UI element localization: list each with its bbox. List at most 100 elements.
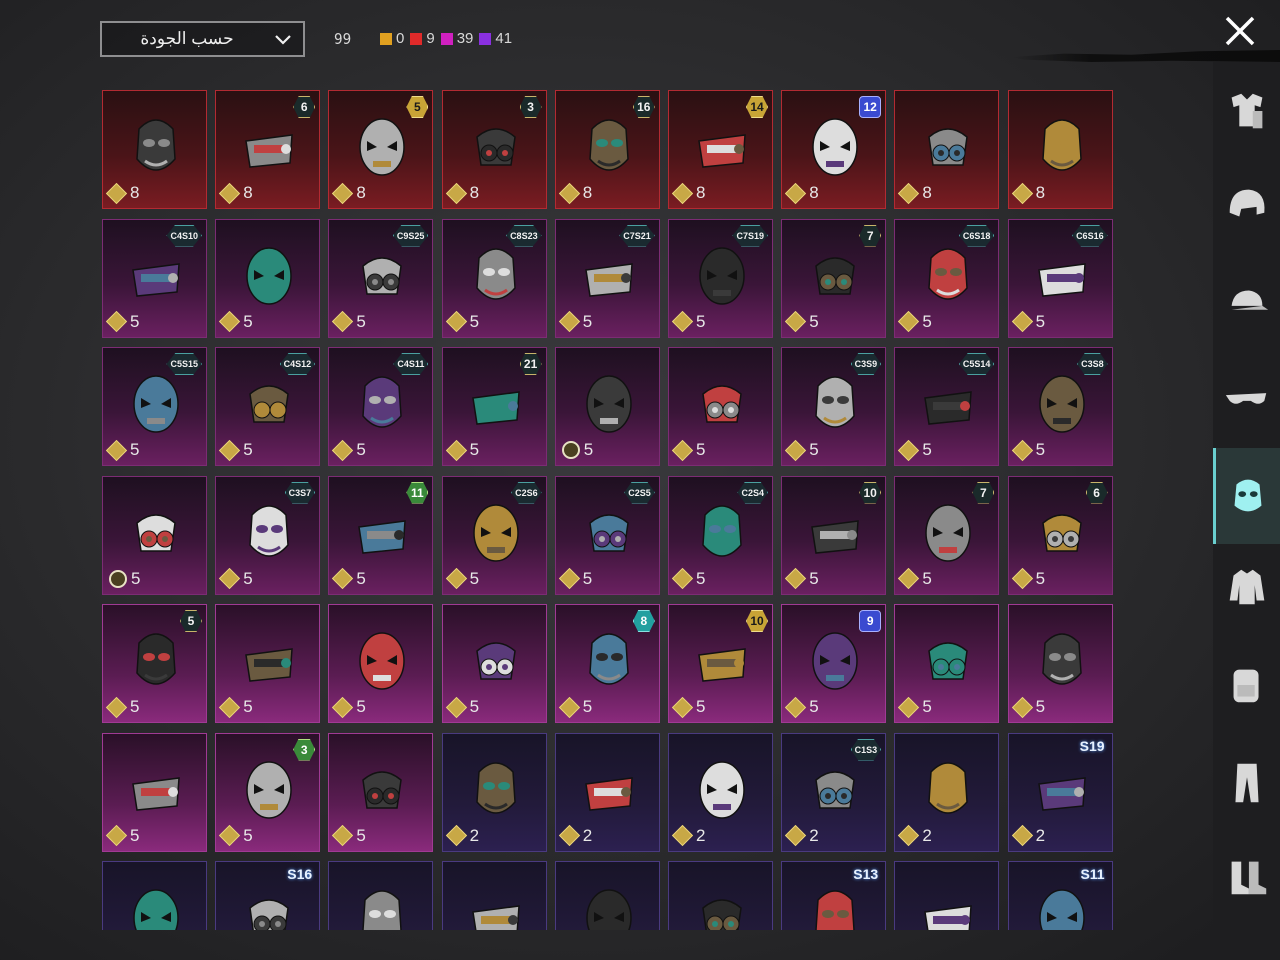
diamond-coin-icon	[898, 310, 920, 333]
mask-item-art-icon	[362, 770, 403, 809]
inventory-tile[interactable]: 5	[554, 347, 660, 466]
inventory-tile[interactable]: 55	[102, 604, 207, 723]
inventory-tile[interactable]: 2	[894, 732, 1000, 852]
inventory-tile[interactable]: 8	[102, 90, 207, 209]
inventory-tile[interactable]: C3S7 5	[215, 475, 321, 595]
inventory-tile[interactable]: 16 8	[554, 90, 660, 209]
inventory-tile[interactable]: C5S15 5	[102, 347, 207, 466]
inventory-tile[interactable]: C6S18 5	[894, 218, 1000, 338]
inventory-tile[interactable]: 5	[894, 604, 1000, 723]
inventory-tile[interactable]: C8S23 5	[441, 218, 547, 338]
inventory-tile[interactable]: 5	[1007, 604, 1113, 723]
sidebar-category-outfit[interactable]	[1213, 76, 1280, 146]
inventory-tile[interactable]: C3S8 5	[1007, 347, 1113, 466]
mask-item-art-icon	[815, 376, 855, 428]
inventory-tile[interactable]: 95	[781, 604, 887, 723]
category-sidebar	[1213, 62, 1280, 960]
inventory-tile[interactable]: C3S9 5	[781, 347, 887, 466]
inventory-tile[interactable]: C2S6 5	[441, 475, 547, 595]
sidebar-category-boots[interactable]	[1213, 842, 1280, 912]
mask-item-art-icon	[132, 776, 180, 811]
sidebar-category-helmet[interactable]	[1213, 170, 1280, 240]
inventory-tile[interactable]: C1S3 2	[781, 732, 887, 852]
inventory-tile[interactable]: S19 2	[1007, 732, 1113, 852]
inventory-tile[interactable]: 2	[668, 732, 773, 852]
item-count-value: 5	[469, 311, 480, 331]
diamond-coin-icon	[671, 182, 694, 204]
inventory-tile[interactable]	[328, 861, 434, 930]
inventory-tile[interactable]: 5	[102, 732, 207, 852]
inventory-tile[interactable]: 5	[668, 347, 773, 466]
inventory-tile[interactable]: 85	[554, 604, 660, 723]
inventory-tile[interactable]: 21 5	[441, 347, 547, 466]
inventory-tile[interactable]	[554, 861, 660, 930]
mask-item-art-icon	[1037, 776, 1086, 811]
inventory-tile[interactable]: 65	[1007, 475, 1113, 595]
sidebar-category-jacket[interactable]	[1213, 552, 1280, 622]
inventory-tile[interactable]: C6S16 5	[1007, 218, 1113, 338]
inventory-tile[interactable]: C7S21 5	[554, 218, 660, 338]
inventory-tile[interactable]: C5S14 5	[894, 347, 1000, 466]
inventory-tile[interactable]: 5	[441, 604, 547, 723]
inventory-tile[interactable]: 68	[215, 90, 321, 209]
inventory-tile[interactable]	[441, 861, 547, 930]
inventory-tile[interactable]: S11	[1007, 861, 1113, 930]
diamond-coin-icon	[898, 182, 920, 204]
inventory-tile[interactable]: 5	[328, 604, 434, 723]
inventory-tile[interactable]: C2S4 5	[668, 475, 773, 595]
item-count: 5	[558, 310, 593, 333]
diamond-coin-icon	[1011, 567, 1033, 590]
inventory-tile[interactable]: 12 8	[781, 90, 887, 209]
mask-icon	[1234, 479, 1262, 512]
mask-item-art-icon	[362, 256, 403, 295]
item-count: 2	[445, 824, 479, 847]
sidebar-category-mask[interactable]	[1213, 448, 1280, 544]
inventory-tile[interactable]: 75	[781, 218, 887, 338]
inventory-tile[interactable]: 10 5	[781, 475, 887, 595]
inventory-tile[interactable]: S13	[781, 861, 887, 930]
item-count-value: 5	[469, 568, 480, 588]
decorative-brush-stroke	[1010, 50, 1280, 62]
inventory-tile[interactable]	[102, 861, 207, 930]
inventory-tile[interactable]: 8	[1007, 90, 1113, 209]
inventory-tile[interactable]: 11 5	[328, 475, 434, 595]
sidebar-category-pants[interactable]	[1213, 748, 1280, 818]
mask-item-art-icon	[589, 633, 629, 685]
inventory-tile[interactable]: C2S5 5	[554, 475, 660, 595]
inventory-tile[interactable]: C4S11 5	[328, 347, 434, 466]
inventory-tile[interactable]: 2	[441, 732, 547, 852]
quality-count-2: 39	[440, 30, 473, 47]
sidebar-category-cap[interactable]	[1213, 267, 1280, 337]
inventory-tile[interactable]: 5	[102, 475, 207, 595]
inventory-tile[interactable]: C9S25 5	[328, 218, 434, 338]
inventory-tile[interactable]: 8	[894, 90, 1000, 209]
inventory-tile[interactable]	[894, 861, 1000, 930]
close-icon[interactable]	[1222, 13, 1258, 49]
inventory-tile[interactable]: C7S19 5	[668, 218, 773, 338]
inventory-tile[interactable]: 75	[894, 475, 1000, 595]
diamond-coin-icon	[445, 567, 467, 590]
inventory-tile[interactable]	[668, 861, 773, 930]
inventory-tile[interactable]: 38	[441, 90, 547, 209]
item-count: 5	[1011, 696, 1045, 718]
inventory-tile[interactable]: 2	[554, 732, 660, 852]
inventory-tile[interactable]: 10 5	[668, 604, 773, 723]
sidebar-category-backpack[interactable]	[1213, 650, 1280, 720]
inventory-tile[interactable]: 5	[328, 732, 434, 852]
item-count: 5	[785, 439, 819, 461]
inventory-tile[interactable]: 5	[215, 604, 321, 723]
item-count-value: 5	[809, 697, 819, 716]
item-count-value: 5	[582, 311, 593, 331]
mask-item-art-icon	[245, 134, 294, 168]
item-count: 5	[1011, 439, 1045, 461]
inventory-tile[interactable]: C4S12 5	[215, 347, 321, 466]
inventory-tile[interactable]: 35	[215, 732, 321, 852]
inventory-tile[interactable]: 14 8	[668, 90, 773, 209]
diamond-coin-icon	[219, 310, 241, 333]
inventory-tile[interactable]: 5	[215, 218, 321, 338]
sort-dropdown[interactable]: حسب الجودة	[100, 21, 305, 57]
inventory-tile[interactable]: 58	[328, 90, 434, 209]
inventory-tile[interactable]: C4S10 5	[102, 218, 207, 338]
inventory-tile[interactable]: S16	[215, 861, 321, 930]
sidebar-category-glasses[interactable]	[1213, 362, 1280, 432]
